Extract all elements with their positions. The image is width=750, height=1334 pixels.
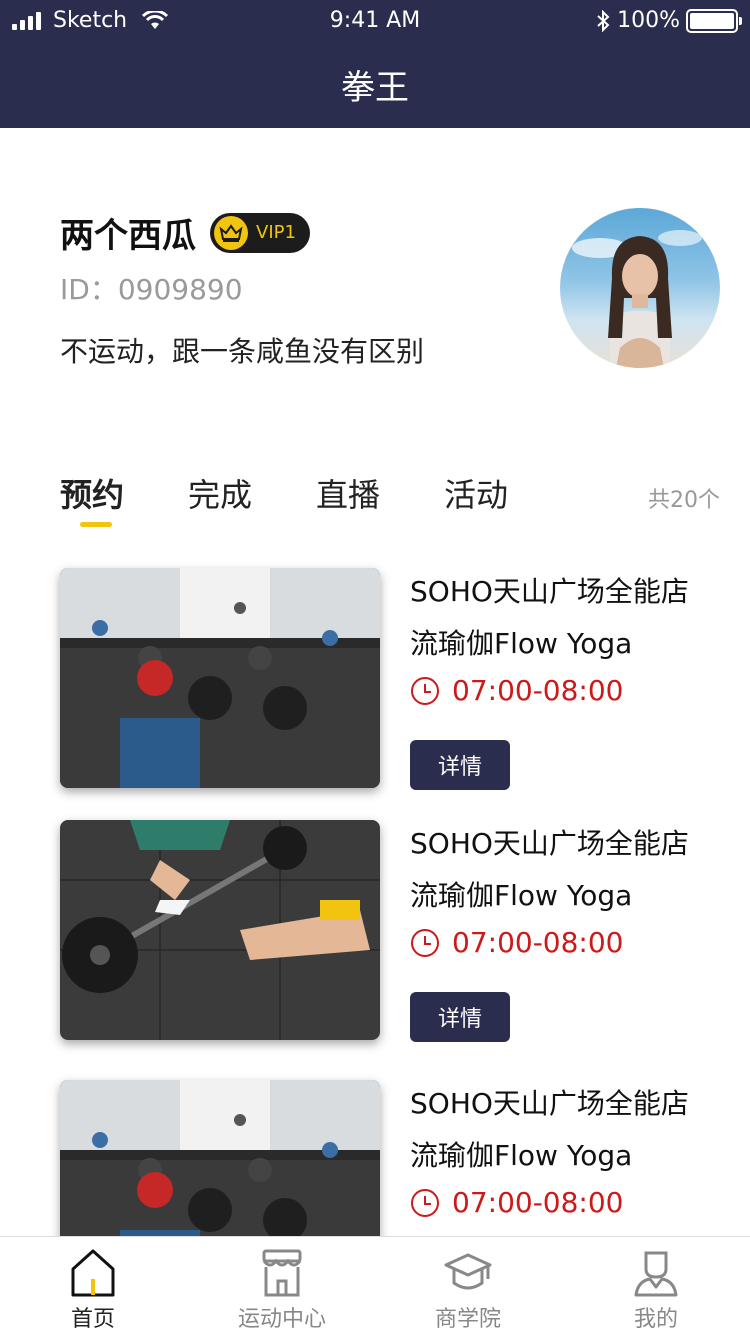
avatar-photo — [572, 230, 702, 368]
vip-level: VIP1 — [256, 222, 296, 243]
course-thumbnail[interactable] — [60, 820, 380, 1040]
vip-badge: VIP1 — [210, 212, 310, 253]
status-bar: Sketch 9:41 AM 100% — [0, 0, 750, 40]
tab-home[interactable]: 首页 — [33, 1237, 153, 1334]
profile-section: 两个西瓜 VIP1 ID：0909890 不运动，跟一条咸鱼没有区别 — [0, 128, 750, 428]
user-name: 两个西瓜 — [60, 216, 196, 256]
store-icon — [262, 1249, 302, 1297]
list-item[interactable]: SOHO天山广场全能店 流瑜伽Flow Yoga 07:00-08:00 详情 — [0, 568, 750, 790]
clock-icon — [411, 676, 439, 705]
course-subtitle: 流瑜伽Flow Yoga — [410, 879, 633, 912]
home-icon — [71, 1249, 115, 1297]
tab-mine[interactable]: 我的 — [596, 1237, 716, 1334]
user-id-value: 0909890 — [117, 273, 243, 306]
course-thumbnail[interactable] — [60, 568, 380, 788]
clock-icon — [411, 1188, 439, 1217]
tab-home-label: 首页 — [70, 1307, 115, 1332]
tab-reserved[interactable]: 预约 — [60, 470, 124, 516]
course-time-text: 07:00-08:00 — [452, 926, 624, 959]
battery-percent: 100% — [617, 8, 680, 33]
segment-tabs: 预约 完成 直播 活动 共20个 — [0, 470, 750, 530]
avatar[interactable] — [560, 208, 720, 368]
detail-button[interactable]: 详情 — [410, 740, 510, 790]
total-count: 共20个 — [648, 488, 720, 513]
crown-icon — [214, 215, 248, 250]
nav-bar: 拳王 — [0, 40, 750, 128]
page-title: 拳王 — [341, 67, 409, 108]
clock-icon — [411, 928, 439, 957]
tab-mine-label: 我的 — [633, 1307, 678, 1332]
user-icon — [634, 1251, 678, 1297]
course-time: 07:00-08:00 — [410, 674, 624, 707]
course-time-text: 07:00-08:00 — [452, 1186, 624, 1219]
tab-business-school-label: 商学院 — [434, 1307, 501, 1332]
course-subtitle: 流瑜伽Flow Yoga — [410, 1139, 633, 1172]
tab-live[interactable]: 直播 — [316, 470, 380, 516]
course-time: 07:00-08:00 — [410, 926, 624, 959]
name-row: 两个西瓜 VIP1 — [60, 208, 310, 257]
detail-button[interactable]: 详情 — [410, 992, 510, 1042]
list-item[interactable]: SOHO天山广场全能店 流瑜伽Flow Yoga 07:00-08:00 详情 — [0, 820, 750, 1042]
tab-completed[interactable]: 完成 — [188, 470, 252, 516]
bluetooth-icon — [597, 9, 610, 32]
battery-icon — [686, 8, 742, 33]
course-title: SOHO天山广场全能店 — [410, 827, 689, 860]
user-bio: 不运动，跟一条咸鱼没有区别 — [60, 335, 425, 368]
course-time: 07:00-08:00 — [410, 1186, 624, 1219]
active-tab-indicator — [80, 522, 112, 527]
tab-business-school[interactable]: 商学院 — [408, 1237, 528, 1334]
course-subtitle: 流瑜伽Flow Yoga — [410, 627, 633, 660]
graduation-cap-icon — [444, 1253, 492, 1290]
status-right: 100% — [595, 8, 742, 33]
user-id-label: ID： — [60, 273, 118, 306]
course-time-text: 07:00-08:00 — [452, 674, 624, 707]
course-title: SOHO天山广场全能店 — [410, 575, 689, 608]
bottom-tab-bar: 首页 运动中心 商学院 我的 — [0, 1236, 750, 1334]
course-title: SOHO天山广场全能店 — [410, 1087, 689, 1120]
tab-activity[interactable]: 活动 — [444, 470, 508, 516]
tab-sports-center[interactable]: 运动中心 — [222, 1237, 342, 1334]
user-id: ID：0909890 — [60, 268, 243, 308]
tab-sports-center-label: 运动中心 — [237, 1307, 326, 1332]
